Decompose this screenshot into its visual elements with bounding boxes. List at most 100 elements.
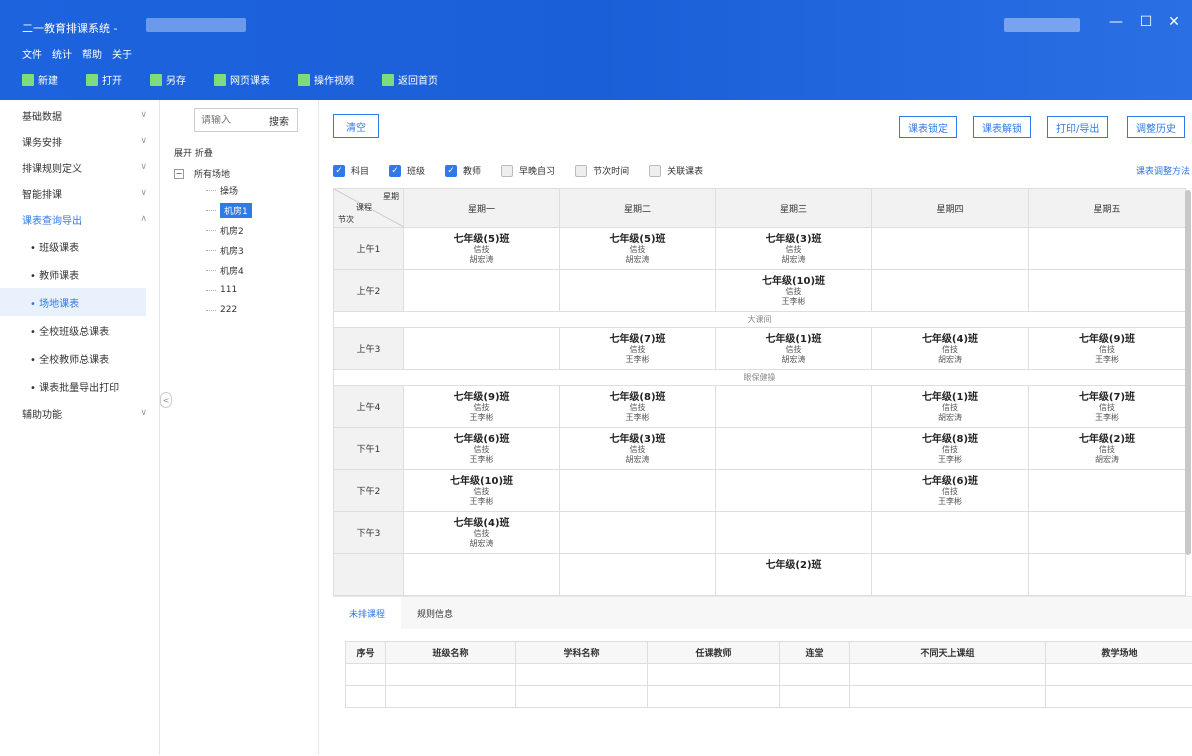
- timetable-cell[interactable]: 七年级(4)班信技胡宏涛: [404, 512, 560, 554]
- timetable-cell[interactable]: 七年级(3)班信技胡宏涛: [716, 228, 872, 270]
- timetable-cell[interactable]: [872, 554, 1029, 596]
- timetable-cell[interactable]: [716, 470, 872, 512]
- close-button[interactable]: ✕: [1164, 14, 1184, 30]
- sidebar-sub-item-2[interactable]: • 场地课表: [0, 288, 146, 316]
- timetable-cell[interactable]: 七年级(5)班信技胡宏涛: [560, 228, 716, 270]
- timetable-cell[interactable]: [716, 386, 872, 428]
- option-1[interactable]: ✓班级: [389, 164, 425, 177]
- timetable-cell[interactable]: [1029, 270, 1186, 312]
- option-5[interactable]: 关联课表: [649, 164, 703, 177]
- table-cell[interactable]: [648, 664, 780, 686]
- sidebar-group-2[interactable]: 排课规则定义∨: [0, 154, 159, 180]
- timetable-cell[interactable]: [872, 270, 1029, 312]
- search-input[interactable]: [195, 115, 269, 126]
- timetable-cell[interactable]: [560, 470, 716, 512]
- timetable-cell[interactable]: [872, 512, 1029, 554]
- sidebar-group-3[interactable]: 智能排课∨: [0, 180, 159, 206]
- tree-node[interactable]: 操场: [174, 180, 314, 200]
- timetable-cell[interactable]: 七年级(2)班信技胡宏涛: [1029, 428, 1186, 470]
- timetable-cell[interactable]: 七年级(10)班信技王李彬: [716, 270, 872, 312]
- table-cell[interactable]: [516, 664, 648, 686]
- timetable-cell[interactable]: 七年级(2)班: [716, 554, 872, 596]
- search-button[interactable]: 搜索: [269, 113, 297, 128]
- sidebar-collapse-button[interactable]: <: [160, 392, 172, 408]
- sidebar-group-aux[interactable]: 辅助功能∨: [0, 400, 159, 426]
- timetable-cell[interactable]: 七年级(8)班信技王李彬: [560, 386, 716, 428]
- table-cell[interactable]: [346, 686, 386, 708]
- timetable-cell[interactable]: [1029, 512, 1186, 554]
- timetable-cell[interactable]: 七年级(8)班信技王李彬: [872, 428, 1029, 470]
- toolbar-button-3[interactable]: 网页课表: [214, 72, 270, 87]
- checkbox-unchecked-icon[interactable]: [501, 165, 513, 177]
- checkbox-checked-icon[interactable]: ✓: [389, 165, 401, 177]
- sidebar-sub-item-1[interactable]: • 教师课表: [0, 260, 159, 288]
- tree-node[interactable]: 111: [174, 280, 314, 300]
- collapse-all-link[interactable]: 折叠: [195, 149, 213, 159]
- table-cell[interactable]: [850, 686, 1046, 708]
- table-cell[interactable]: [1046, 664, 1192, 686]
- table-cell[interactable]: [386, 686, 516, 708]
- option-4[interactable]: 节次时间: [575, 164, 629, 177]
- table-cell[interactable]: [386, 664, 516, 686]
- tree-toggle-icon[interactable]: −: [174, 169, 184, 179]
- sidebar-group-0[interactable]: 基础数据∨: [0, 102, 159, 128]
- checkbox-unchecked-icon[interactable]: [649, 165, 661, 177]
- toolbar-button-4[interactable]: 操作视频: [298, 72, 354, 87]
- sidebar-sub-item-5[interactable]: • 课表批量导出打印: [0, 372, 159, 400]
- timetable-cell[interactable]: 七年级(6)班信技王李彬: [872, 470, 1029, 512]
- timetable-cell[interactable]: 七年级(3)班信技胡宏涛: [560, 428, 716, 470]
- table-cell[interactable]: [648, 686, 780, 708]
- timetable-cell[interactable]: [872, 228, 1029, 270]
- sidebar-group-4[interactable]: 课表查询导出∧: [0, 206, 159, 232]
- menu-file[interactable]: 文件: [22, 46, 42, 61]
- timetable-cell[interactable]: [716, 428, 872, 470]
- timetable-cell[interactable]: [1029, 470, 1186, 512]
- maximize-button[interactable]: ☐: [1136, 14, 1156, 30]
- menu-help[interactable]: 帮助: [82, 46, 102, 61]
- timetable-cell[interactable]: 七年级(1)班信技胡宏涛: [872, 386, 1029, 428]
- expand-all-link[interactable]: 展开: [174, 149, 192, 159]
- print-export-button[interactable]: 打印/导出: [1047, 116, 1108, 138]
- table-cell[interactable]: [780, 664, 850, 686]
- vertical-scrollbar[interactable]: [1185, 190, 1191, 555]
- checkbox-unchecked-icon[interactable]: [575, 165, 587, 177]
- timetable-cell[interactable]: 七年级(10)班信技王李彬: [404, 470, 560, 512]
- sidebar-sub-item-3[interactable]: • 全校班级总课表: [0, 316, 159, 344]
- option-0[interactable]: ✓科目: [333, 164, 369, 177]
- minimize-button[interactable]: —: [1106, 14, 1126, 30]
- timetable-cell[interactable]: 七年级(7)班信技王李彬: [560, 328, 716, 370]
- timetable-cell[interactable]: [1029, 228, 1186, 270]
- timetable-cell[interactable]: 七年级(1)班信技胡宏涛: [716, 328, 872, 370]
- lock-timetable-button[interactable]: 课表锁定: [899, 116, 957, 138]
- timetable-cell[interactable]: 七年级(5)班信技胡宏涛: [404, 228, 560, 270]
- unlock-timetable-button[interactable]: 课表解锁: [973, 116, 1031, 138]
- menu-about[interactable]: 关于: [112, 46, 132, 61]
- tree-node[interactable]: 机房3: [174, 240, 314, 260]
- option-3[interactable]: 早晚自习: [501, 164, 555, 177]
- timetable-cell[interactable]: 七年级(7)班信技王李彬: [1029, 386, 1186, 428]
- checkbox-checked-icon[interactable]: ✓: [333, 165, 345, 177]
- timetable-cell[interactable]: 七年级(9)班信技王李彬: [1029, 328, 1186, 370]
- timetable-cell[interactable]: 七年级(6)班信技王李彬: [404, 428, 560, 470]
- table-cell[interactable]: [1046, 686, 1192, 708]
- timetable-cell[interactable]: [1029, 554, 1186, 596]
- timetable-cell[interactable]: [404, 554, 560, 596]
- timetable-cell[interactable]: [560, 270, 716, 312]
- tree-node[interactable]: 222: [174, 300, 314, 320]
- timetable-cell[interactable]: [404, 328, 560, 370]
- tree-node[interactable]: 机房4: [174, 260, 314, 280]
- timetable-cell[interactable]: [404, 270, 560, 312]
- table-cell[interactable]: [850, 664, 1046, 686]
- tab-1[interactable]: 规则信息: [401, 597, 469, 629]
- clear-button[interactable]: 清空: [333, 114, 379, 138]
- sidebar-sub-item-4[interactable]: • 全校教师总课表: [0, 344, 159, 372]
- menu-stats[interactable]: 统计: [52, 46, 72, 61]
- table-cell[interactable]: [780, 686, 850, 708]
- checkbox-checked-icon[interactable]: ✓: [445, 165, 457, 177]
- adjust-history-button[interactable]: 调整历史: [1127, 116, 1185, 138]
- tree-node[interactable]: 机房1: [174, 200, 314, 220]
- table-cell[interactable]: [516, 686, 648, 708]
- timetable-cell[interactable]: [716, 512, 872, 554]
- toolbar-button-5[interactable]: 返回首页: [382, 72, 438, 87]
- sidebar-group-1[interactable]: 课务安排∨: [0, 128, 159, 154]
